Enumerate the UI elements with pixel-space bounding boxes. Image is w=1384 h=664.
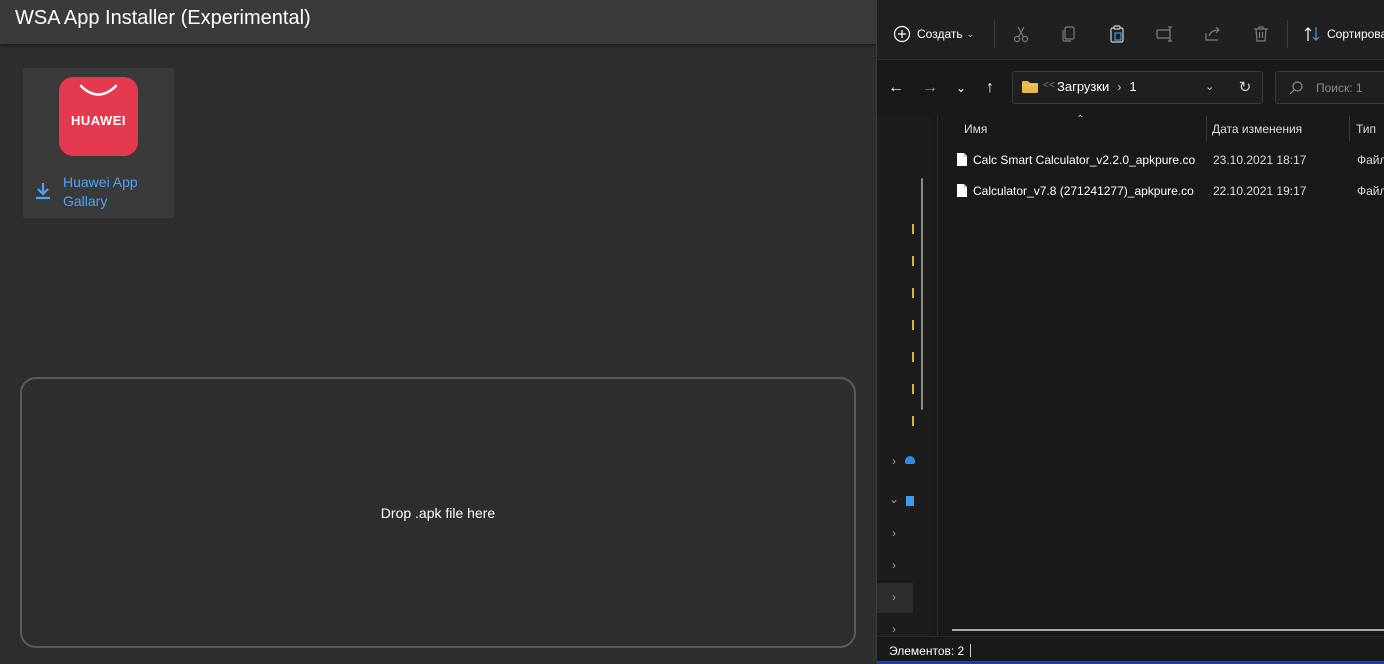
drop-zone-label: Drop .apk file here bbox=[380, 505, 496, 521]
folder-icon[interactable] bbox=[912, 288, 914, 298]
create-label: Создать bbox=[917, 27, 963, 41]
folder-icon[interactable] bbox=[912, 352, 914, 362]
file-date: 22.10.2021 19:17 bbox=[1213, 184, 1307, 198]
chevron-down-icon[interactable]: ⌄ bbox=[887, 492, 901, 506]
onedrive-icon[interactable] bbox=[905, 456, 915, 464]
address-bar[interactable]: << Загрузки › 1 ⌄ ↻ bbox=[1012, 71, 1263, 104]
file-explorer-window: Создать ⌄ Сортирова ← → ⌄ ↑ << Загрузки … bbox=[876, 0, 1384, 664]
title-bar: WSA App Installer (Experimental) bbox=[0, 0, 876, 44]
back-arrow-icon[interactable]: ← bbox=[886, 78, 906, 98]
command-bar: Создать ⌄ Сортирова bbox=[877, 0, 1384, 60]
huawei-app-gallery-logo: HUAWEI bbox=[59, 77, 138, 156]
breadcrumb: Загрузки › 1 bbox=[1057, 79, 1137, 94]
file-icon bbox=[957, 153, 967, 166]
paste-icon[interactable] bbox=[1107, 24, 1127, 44]
column-divider[interactable] bbox=[1206, 116, 1207, 142]
navigation-bar: ← → ⌄ ↑ << Загрузки › 1 ⌄ ↻ Поиск: 1 bbox=[877, 60, 1384, 116]
apk-drop-zone[interactable]: Drop .apk file here bbox=[20, 377, 856, 648]
column-header-type[interactable]: Тип bbox=[1356, 122, 1376, 136]
overflow-icon[interactable]: << bbox=[1043, 80, 1055, 91]
status-divider bbox=[970, 644, 971, 657]
column-header-date[interactable]: Дата изменения bbox=[1212, 122, 1302, 136]
refresh-icon[interactable]: ↻ bbox=[1235, 78, 1255, 98]
item-count: Элементов: 2 bbox=[889, 644, 965, 658]
breadcrumb-separator-icon: › bbox=[1117, 80, 1122, 94]
recent-locations-chevron-icon[interactable]: ⌄ bbox=[951, 78, 971, 98]
breadcrumb-item-folder[interactable]: 1 bbox=[1129, 79, 1136, 94]
chevron-right-icon[interactable]: › bbox=[887, 526, 901, 540]
column-divider[interactable] bbox=[1349, 116, 1350, 142]
file-type: Файл bbox=[1357, 184, 1384, 198]
file-date: 23.10.2021 18:17 bbox=[1213, 153, 1307, 167]
sort-ascending-icon: ⌃ bbox=[1076, 114, 1085, 125]
folder-icon[interactable] bbox=[912, 416, 914, 426]
sort-icon bbox=[1304, 27, 1320, 41]
column-header-name[interactable]: Имя bbox=[964, 122, 987, 136]
status-bar: Элементов: 2 bbox=[877, 636, 1384, 664]
folder-icon[interactable] bbox=[912, 384, 914, 394]
share-icon[interactable] bbox=[1203, 24, 1223, 44]
create-button[interactable]: Создать ⌄ bbox=[893, 24, 974, 44]
search-placeholder: Поиск: 1 bbox=[1316, 81, 1363, 95]
up-arrow-icon[interactable]: ↑ bbox=[980, 78, 1000, 98]
folder-icon bbox=[1022, 81, 1038, 93]
search-box[interactable]: Поиск: 1 bbox=[1275, 71, 1384, 104]
toolbar-divider bbox=[994, 20, 995, 48]
cut-icon[interactable] bbox=[1011, 24, 1031, 44]
chevron-right-icon[interactable]: › bbox=[887, 622, 901, 636]
rename-icon[interactable] bbox=[1155, 24, 1175, 44]
chevron-right-icon[interactable]: › bbox=[887, 590, 901, 604]
address-dropdown-icon[interactable]: ⌄ bbox=[1205, 80, 1214, 93]
chevron-right-icon[interactable]: › bbox=[887, 454, 901, 468]
folder-icon[interactable] bbox=[912, 256, 914, 266]
file-type: Файл bbox=[1357, 153, 1384, 167]
navigation-scrollbar[interactable] bbox=[921, 178, 923, 410]
chevron-down-icon: ⌄ bbox=[966, 28, 975, 39]
breadcrumb-item-downloads[interactable]: Загрузки bbox=[1057, 79, 1109, 94]
navigation-pane: › ⌄ › › › › bbox=[877, 116, 933, 640]
toolbar-divider bbox=[1287, 20, 1288, 48]
file-row[interactable]: Calculator_v7.8 (271241277)_apkpure.co..… bbox=[950, 177, 1384, 205]
file-list: ⌃ Имя Дата изменения Тип Calc Smart Calc… bbox=[938, 114, 1384, 636]
window-title: WSA App Installer (Experimental) bbox=[15, 7, 311, 29]
sort-label: Сортировать bbox=[1327, 27, 1384, 41]
folder-icon[interactable] bbox=[912, 224, 914, 234]
file-row[interactable]: Calc Smart Calculator_v2.2.0_apkpure.co.… bbox=[950, 146, 1384, 174]
logo-text: HUAWEI bbox=[71, 113, 126, 128]
forward-arrow-icon[interactable]: → bbox=[920, 78, 940, 98]
file-icon bbox=[957, 184, 967, 197]
app-card-huawei[interactable]: HUAWEI Huawei App Gallary bbox=[23, 68, 174, 218]
this-pc-icon[interactable] bbox=[906, 496, 914, 506]
horizontal-scrollbar[interactable] bbox=[952, 629, 1384, 631]
download-icon bbox=[36, 183, 50, 200]
plus-circle-icon bbox=[893, 25, 911, 43]
copy-icon[interactable] bbox=[1059, 24, 1079, 44]
folder-icon[interactable] bbox=[912, 320, 914, 330]
desktop: WSA App Installer (Experimental) HUAWEI … bbox=[0, 0, 1384, 664]
delete-icon[interactable] bbox=[1251, 24, 1271, 44]
chevron-right-icon[interactable]: › bbox=[887, 558, 901, 572]
file-name: Calc Smart Calculator_v2.2.0_apkpure.co.… bbox=[973, 153, 1195, 167]
wsa-installer-window: WSA App Installer (Experimental) HUAWEI … bbox=[0, 0, 876, 664]
app-name-link[interactable]: Huawei App Gallary bbox=[63, 173, 168, 211]
search-icon bbox=[1289, 81, 1303, 95]
file-name: Calculator_v7.8 (271241277)_apkpure.co..… bbox=[973, 184, 1195, 198]
sort-button[interactable]: Сортировать bbox=[1303, 24, 1384, 44]
